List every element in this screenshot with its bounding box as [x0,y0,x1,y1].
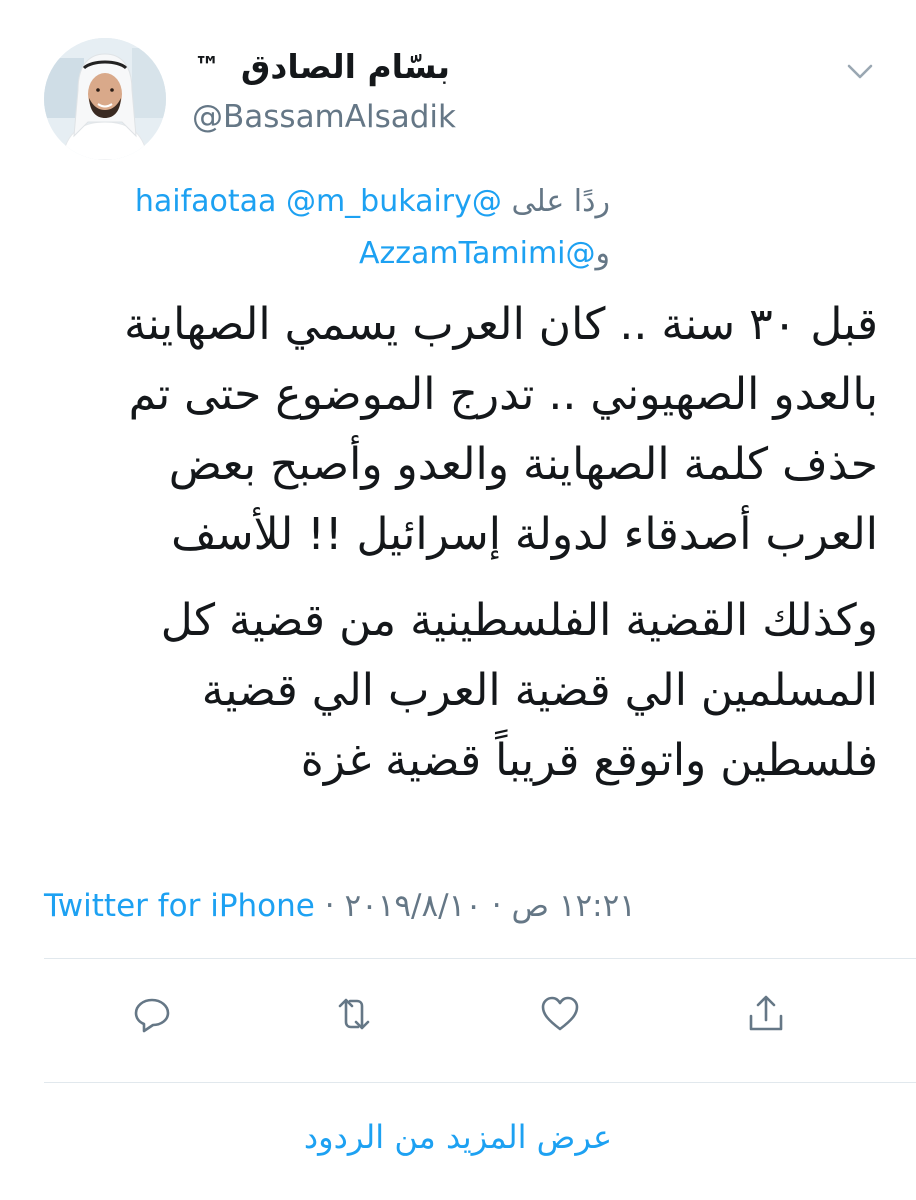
reply-to-line: و@AzzamTamimi [359,234,610,274]
tweet-text: قبل ٣٠ سنة .. كان العرب يسمي الصهاينة با… [38,290,878,796]
avatar-image [44,38,166,160]
reply-button[interactable] [128,990,176,1038]
reply-to-line: ردًا على @haifaotaa @m_bukairy [135,182,610,222]
tweet-line: حذف كلمة الصهاينة والعدو وأصبح بعض [168,439,878,490]
divider [44,958,916,959]
meta-separator: · [324,888,335,924]
like-button[interactable] [536,990,584,1038]
like-icon [541,996,579,1031]
chevron-down-icon[interactable] [842,60,878,84]
tweet-line: المسلمين الي قضية العرب الي قضية [201,665,878,716]
tweet-meta: Twitter for iPhone · ٢٠١٩/٨/١٠ · ١٢:٢١ ص [44,886,636,926]
reply-and: و [595,236,611,271]
retweet-icon [338,998,370,1030]
trademark-symbol: ™ [194,52,220,82]
tweet-paragraph: قبل ٣٠ سنة .. كان العرب يسمي الصهاينة با… [38,290,878,570]
display-name[interactable]: بسّام الصادق [241,47,450,86]
mention-link[interactable]: @AzzamTamimi [359,236,595,271]
retweet-button[interactable] [330,990,378,1038]
user-handle[interactable]: @BassamAlsadik [192,99,456,135]
share-button[interactable] [742,990,790,1038]
share-icon [749,995,783,1031]
reply-icon [134,998,170,1033]
tweet-detail-page: ™ بسّام الصادق @BassamAlsadik ردًا على @… [0,0,916,1200]
tweet-line: العرب أصدقاء لدولة إسرائيل !! للأسف [171,509,878,560]
tweet-line: قبل ٣٠ سنة .. كان العرب يسمي الصهاينة [124,299,878,350]
tweet-line: فلسطين واتوقع قريباً قضية غزة [300,735,878,786]
meta-separator: · [491,888,502,924]
show-more-replies-link[interactable]: عرض المزيد من الردود [0,1118,916,1156]
tweet-line: بالعدو الصهيوني .. تدرج الموضوع حتى تم [128,369,878,420]
tweet-source-link[interactable]: Twitter for iPhone [44,888,315,924]
tweet-paragraph: وكذلك القضية الفلسطينية من قضية كل المسل… [38,586,878,796]
mention-link[interactable]: @m_bukairy [286,184,472,219]
tweet-time: ١٢:٢١ ص [511,888,636,924]
tweet-line: وكذلك القضية الفلسطينية من قضية كل [160,595,878,646]
tweet-date: ٢٠١٩/٨/١٠ [344,888,482,924]
avatar[interactable] [44,38,166,160]
divider [44,1082,916,1083]
reply-prefix: ردًا على [511,184,610,219]
